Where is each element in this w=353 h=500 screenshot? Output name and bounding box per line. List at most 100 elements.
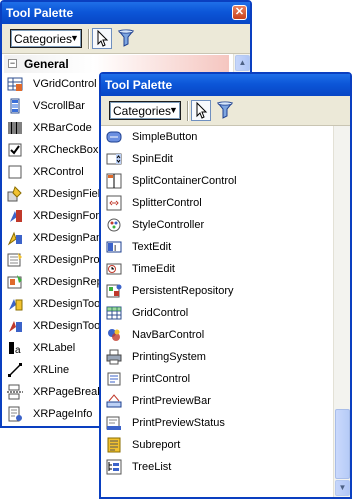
scroll-down-icon: ▼ bbox=[338, 483, 347, 492]
toolbar-separator bbox=[88, 29, 90, 49]
tool-item-label: VGridControl bbox=[33, 78, 97, 90]
page-info-icon bbox=[7, 406, 23, 422]
tool-item[interactable]: SimpleButton bbox=[101, 127, 333, 147]
window-title: Tool Palette bbox=[6, 6, 74, 20]
tool-item-label: XRDesignForm bbox=[33, 210, 109, 222]
tool-item-label: XRDesignToo bbox=[33, 298, 101, 310]
tool-item[interactable]: SplitterControl bbox=[101, 193, 333, 213]
svg-text:a: a bbox=[15, 345, 21, 356]
tool-item-label: Subreport bbox=[132, 439, 181, 451]
tool-item[interactable]: SplitContainerControl bbox=[101, 171, 333, 191]
scroll-up-button[interactable]: ▲ bbox=[235, 55, 250, 71]
toolbar-separator bbox=[187, 101, 189, 121]
tool-item[interactable]: PrintPreviewBar bbox=[101, 391, 333, 411]
preview-status-icon bbox=[106, 415, 122, 431]
tool-item-label: SplitContainerControl bbox=[132, 175, 237, 187]
tool-item[interactable]: NavBarControl bbox=[101, 325, 333, 345]
tool-item[interactable]: SpinEdit bbox=[101, 149, 333, 169]
design-tool-icon bbox=[7, 296, 23, 312]
tool-item[interactable]: I TextEdit bbox=[101, 237, 333, 257]
vscrollbar-icon bbox=[7, 98, 23, 114]
tool-item-label: XRPageInfo bbox=[33, 408, 93, 420]
svg-text:I: I bbox=[114, 244, 116, 253]
tool-item-label: TreeList bbox=[132, 461, 172, 473]
close-button[interactable]: ✕ bbox=[232, 5, 247, 20]
toolbar: Categories ▼ bbox=[101, 96, 350, 126]
tool-item-label: PrintPreviewBar bbox=[132, 395, 211, 407]
splitter-icon bbox=[106, 195, 122, 211]
preview-bar-icon bbox=[106, 393, 122, 409]
dropdown-arrow-icon: ▼ bbox=[70, 33, 79, 43]
tool-item[interactable]: PrintPreviewStatus bbox=[101, 413, 333, 433]
tool-item-label: XRDesignToo bbox=[33, 320, 101, 332]
tool-item-label: StyleController bbox=[132, 219, 205, 231]
funnel-icon bbox=[216, 101, 234, 119]
navbar-icon bbox=[106, 327, 122, 343]
control-icon bbox=[7, 164, 23, 180]
pointer-icon bbox=[97, 29, 109, 47]
tool-item-label: SimpleButton bbox=[132, 131, 198, 143]
filter-button[interactable] bbox=[216, 100, 234, 120]
tool-item-label: PrintPreviewStatus bbox=[132, 417, 225, 429]
line-icon bbox=[7, 362, 23, 378]
tool-item-label: XRDesignProp bbox=[33, 254, 106, 266]
printer-icon bbox=[106, 349, 122, 365]
barcode-icon bbox=[7, 120, 23, 136]
tree-list-icon bbox=[106, 459, 122, 475]
funnel-icon bbox=[117, 29, 135, 47]
repository-icon bbox=[106, 283, 122, 299]
tool-item[interactable]: Subreport bbox=[101, 435, 333, 455]
tool-item-label: XRCheckBox bbox=[33, 144, 99, 156]
button-icon bbox=[106, 129, 122, 145]
tool-item-label: GridControl bbox=[132, 307, 189, 319]
design-prop-icon bbox=[7, 252, 23, 268]
tool-item[interactable]: PersistentRepository bbox=[101, 281, 333, 301]
tool-item-label: NavBarControl bbox=[132, 329, 205, 341]
tool-item-label: XRControl bbox=[33, 166, 84, 178]
pointer-button[interactable] bbox=[191, 100, 211, 121]
tool-item-label: XRDesignField bbox=[33, 188, 107, 200]
tool-item[interactable]: TreeList bbox=[101, 457, 333, 477]
text-edit-icon: I bbox=[106, 239, 122, 255]
tool-item[interactable]: GridControl bbox=[101, 303, 333, 323]
design-tool2-icon bbox=[7, 318, 23, 334]
window-title: Tool Palette bbox=[105, 78, 173, 92]
grid-icon bbox=[106, 305, 122, 321]
group-header-general[interactable]: − General bbox=[4, 55, 229, 73]
scroll-thumb[interactable] bbox=[335, 409, 350, 479]
collapse-toggle-icon[interactable]: − bbox=[8, 59, 17, 68]
tool-item-label: TextEdit bbox=[132, 241, 172, 253]
pointer-button[interactable] bbox=[92, 28, 112, 49]
tool-item-label: TimeEdit bbox=[132, 263, 175, 275]
title-bar[interactable]: Tool Palette ✕ bbox=[2, 2, 250, 24]
tool-item-label: XRDesignRepo bbox=[33, 276, 109, 288]
tool-item-label: XRPageBreak bbox=[33, 386, 103, 398]
dropdown-arrow-icon: ▼ bbox=[169, 105, 178, 115]
categories-dropdown-value: Categories bbox=[113, 104, 172, 118]
tool-item-label: PersistentRepository bbox=[132, 285, 234, 297]
pointer-icon bbox=[196, 101, 208, 119]
design-field-icon bbox=[7, 186, 23, 202]
tool-item-label: SpinEdit bbox=[132, 153, 173, 165]
tool-item-label: PrintControl bbox=[132, 373, 191, 385]
style-icon bbox=[106, 217, 122, 233]
tool-item-label: XRLine bbox=[33, 364, 70, 376]
subreport-icon bbox=[106, 437, 122, 453]
categories-dropdown[interactable]: Categories ▼ bbox=[10, 29, 82, 48]
page-break-icon bbox=[7, 384, 23, 400]
tool-item[interactable]: PrintingSystem bbox=[101, 347, 333, 367]
tool-item[interactable]: PrintControl bbox=[101, 369, 333, 389]
tool-palette-window-front: Tool Palette Categories ▼ SimpleButton Sp… bbox=[99, 72, 352, 499]
filter-button[interactable] bbox=[117, 28, 135, 48]
spin-edit-icon bbox=[106, 151, 122, 167]
time-edit-icon bbox=[106, 261, 122, 277]
tool-item[interactable]: StyleController bbox=[101, 215, 333, 235]
vertical-scrollbar[interactable]: ▼ bbox=[333, 126, 350, 497]
design-form-icon bbox=[7, 208, 23, 224]
scroll-down-button[interactable]: ▼ bbox=[335, 480, 350, 496]
categories-dropdown-value: Categories bbox=[14, 32, 73, 46]
tool-item[interactable]: TimeEdit bbox=[101, 259, 333, 279]
tool-item-label: PrintingSystem bbox=[132, 351, 206, 363]
categories-dropdown[interactable]: Categories ▼ bbox=[109, 101, 181, 120]
title-bar[interactable]: Tool Palette bbox=[101, 74, 350, 96]
